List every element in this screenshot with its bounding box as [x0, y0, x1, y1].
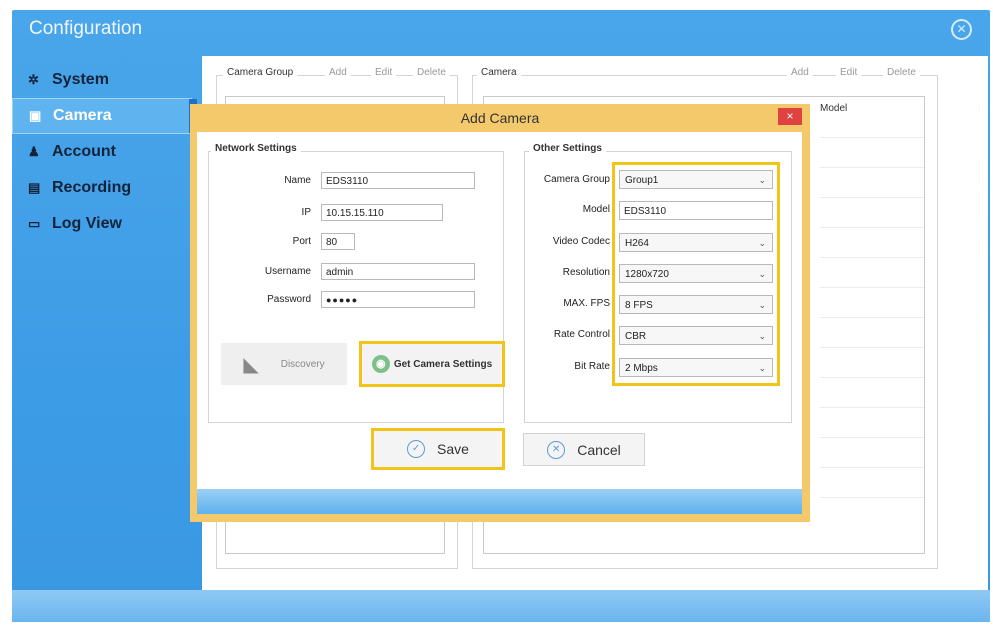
discovery-button[interactable]: ◣ Discovery: [221, 343, 347, 385]
bit-rate-label: Bit Rate: [574, 361, 610, 372]
sidebar: ✲ System ▣ Camera ♟ Account ▤ Recording …: [12, 62, 197, 242]
camera-group-legend: Camera Group: [223, 67, 298, 78]
name-label: Name: [284, 175, 311, 186]
network-settings-legend: Network Settings: [211, 143, 301, 154]
password-label: Password: [267, 294, 311, 305]
table-row: [820, 287, 924, 288]
cancel-button[interactable]: ✕ Cancel: [523, 433, 645, 466]
rate-control-label: Rate Control: [553, 329, 610, 340]
sidebar-item-recording[interactable]: ▤ Recording: [12, 170, 192, 206]
camera-group-add-button[interactable]: Add: [325, 67, 351, 78]
camera-add-button[interactable]: Add: [787, 67, 813, 78]
sidebar-item-log-view[interactable]: ▭ Log View: [12, 206, 192, 242]
check-icon: ✓: [407, 440, 426, 458]
camera-edit-button[interactable]: Edit: [836, 67, 862, 78]
gear-icon: ✲: [28, 72, 39, 87]
other-settings-highlight: [612, 162, 780, 386]
network-settings-fieldset: Network Settings Name EDS3110 IP 10.15.1…: [208, 143, 505, 423]
sidebar-item-account[interactable]: ♟ Account: [12, 134, 192, 170]
column-header-model: Model: [820, 103, 848, 114]
resolution-label: Resolution: [562, 267, 610, 278]
sidebar-item-camera[interactable]: ▣ Camera: [12, 98, 197, 134]
cancel-label: Cancel: [577, 441, 621, 458]
discovery-label: Discovery: [280, 358, 325, 370]
save-label: Save: [437, 441, 469, 457]
camera-discovery-icon: ◣: [243, 353, 259, 376]
name-field[interactable]: EDS3110: [321, 172, 475, 189]
get-camera-settings-label: Get Camera Settings: [393, 358, 493, 370]
other-settings-legend: Other Settings: [529, 143, 606, 154]
dialog-footer-band: [197, 489, 802, 514]
monitor-icon: ▭: [28, 216, 41, 231]
camera-group-delete-button[interactable]: Delete: [413, 67, 450, 78]
table-row: [820, 257, 924, 258]
camera-delete-button[interactable]: Delete: [883, 67, 920, 78]
save-button[interactable]: ✓ Save: [371, 428, 505, 470]
ip-field[interactable]: 10.15.15.110: [321, 204, 443, 221]
status-band: [12, 590, 990, 622]
camera-settings-icon: ◉: [371, 355, 390, 373]
sidebar-item-label: Account: [52, 143, 116, 160]
dialog-body: Network Settings Name EDS3110 IP 10.15.1…: [197, 132, 802, 514]
close-icon[interactable]: ✕: [951, 19, 972, 40]
camera-icon: ▣: [29, 108, 42, 123]
table-row: [820, 137, 924, 138]
close-icon: ✕: [547, 440, 566, 459]
table-row: [820, 497, 924, 498]
camera-legend: Camera: [477, 67, 521, 78]
table-row: [820, 407, 924, 408]
table-row: [820, 377, 924, 378]
table-row: [820, 197, 924, 198]
dialog-title: Add Camera: [460, 110, 540, 126]
dialog-close-button[interactable]: ×: [778, 108, 802, 125]
sidebar-item-label: Log View: [52, 215, 122, 232]
port-field[interactable]: 80: [321, 233, 355, 250]
add-camera-dialog: Add Camera × Network Settings Name EDS31…: [190, 104, 810, 522]
sidebar-item-label: Recording: [52, 179, 132, 196]
port-label: Port: [292, 236, 311, 247]
max-fps-label: MAX. FPS: [563, 298, 610, 309]
video-codec-label: Video Codec: [552, 236, 610, 247]
sidebar-item-label: Camera: [53, 107, 112, 124]
table-row: [820, 227, 924, 228]
title-bar: Configuration ✕: [12, 10, 990, 50]
camera-group-label: Camera Group: [543, 174, 610, 185]
window-title: Configuration: [29, 18, 143, 39]
ip-label: IP: [301, 207, 311, 218]
table-row: [820, 317, 924, 318]
table-row: [820, 467, 924, 468]
recording-icon: ▤: [28, 180, 41, 195]
sidebar-item-system[interactable]: ✲ System: [12, 62, 192, 98]
camera-group-edit-button[interactable]: Edit: [371, 67, 397, 78]
sidebar-item-label: System: [52, 71, 109, 88]
model-label: Model: [582, 204, 610, 215]
get-camera-settings-button[interactable]: ◉ Get Camera Settings: [359, 341, 505, 387]
password-field[interactable]: ●●●●●: [321, 291, 475, 308]
username-label: Username: [264, 266, 311, 277]
user-icon: ♟: [28, 144, 40, 159]
table-row: [820, 167, 924, 168]
other-settings-fieldset: Other Settings Camera Group Group1 ⌄ Mode…: [524, 143, 792, 423]
table-row: [820, 437, 924, 438]
table-row: [820, 347, 924, 348]
username-field[interactable]: admin: [321, 263, 475, 280]
